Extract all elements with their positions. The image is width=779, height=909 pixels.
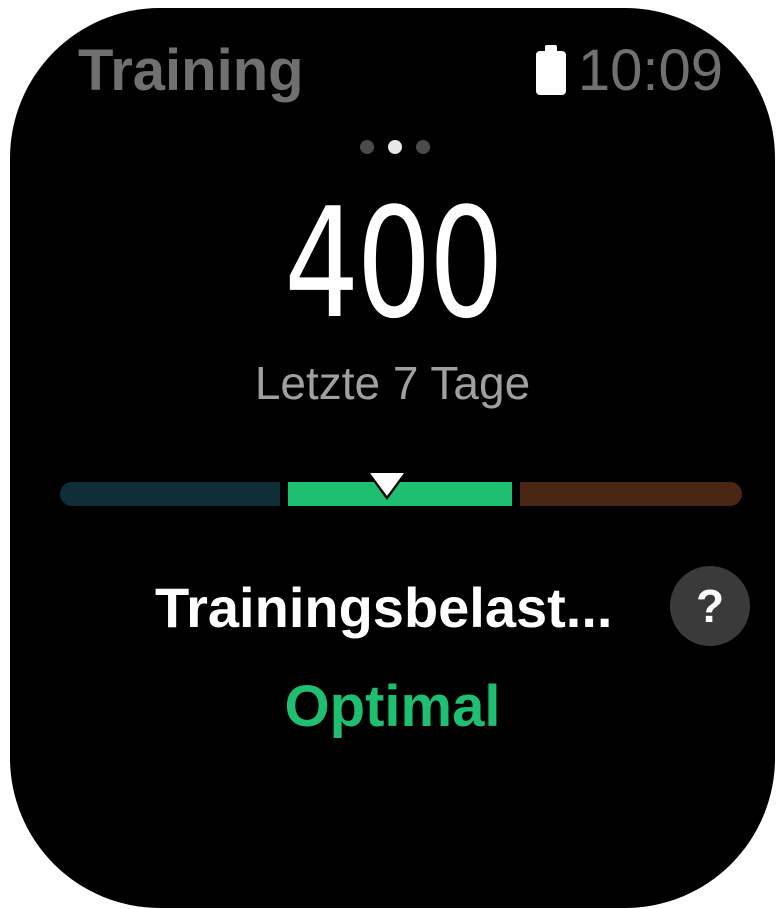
battery-icon — [535, 45, 566, 97]
load-status: Optimal — [284, 674, 501, 739]
app-title: Training — [78, 38, 304, 103]
training-load-value: 400 — [284, 175, 504, 352]
scale-marker-icon — [365, 470, 410, 500]
scale-segment-high — [520, 482, 742, 506]
status-bar: 10:09 — [535, 38, 723, 103]
clock-time: 10:09 — [577, 38, 723, 103]
metric-label[interactable]: Trainingsbelast... — [155, 580, 612, 636]
help-button[interactable]: ? — [670, 566, 750, 646]
page-indicator — [360, 140, 430, 154]
watch-screen: Training 10:09 400 Letzte 7 Tage Trainin… — [10, 8, 775, 908]
page-dot — [416, 140, 430, 154]
load-scale-bar — [60, 470, 742, 506]
page-dot-active — [388, 140, 402, 154]
period-label: Letzte 7 Tage — [254, 357, 531, 409]
page-dot — [360, 140, 374, 154]
scale-segment-low — [60, 482, 280, 506]
